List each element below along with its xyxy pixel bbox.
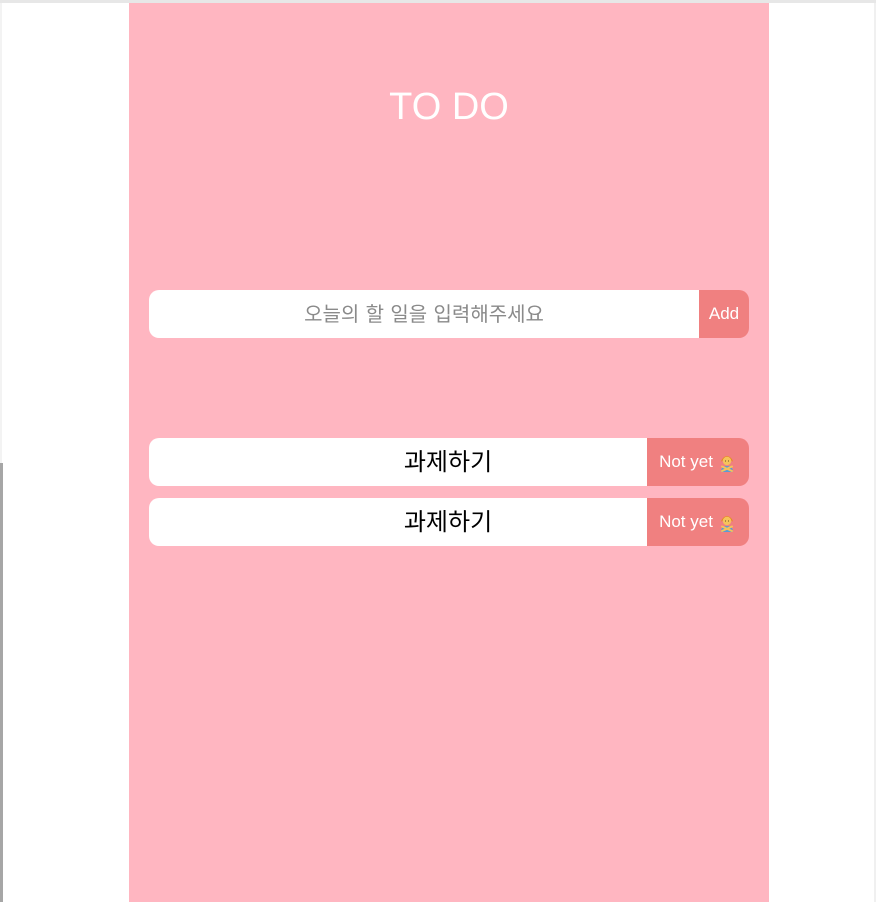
todo-item: 과제하기 Not yet — [149, 498, 749, 546]
status-label: Not yet — [659, 512, 713, 531]
left-scrollbar[interactable] — [0, 463, 3, 902]
left-border — [0, 3, 2, 463]
todo-input[interactable] — [149, 290, 699, 338]
person-gesturing-no-icon — [720, 516, 733, 532]
todo-list: 과제하기 Not yet 과제하기 Not yet — [149, 438, 749, 558]
todo-item: 과제하기 Not yet — [149, 438, 749, 486]
todo-text: 과제하기 — [149, 498, 647, 546]
todo-app: TO DO Add 과제하기 Not yet — [129, 3, 769, 902]
add-button[interactable]: Add — [699, 290, 749, 338]
todo-form: Add — [149, 290, 749, 338]
person-gesturing-no-icon — [720, 456, 733, 472]
not-yet-button[interactable]: Not yet — [647, 498, 749, 546]
page-title: TO DO — [389, 86, 509, 128]
browser-viewport: TO DO Add 과제하기 Not yet — [0, 0, 876, 902]
status-label: Not yet — [659, 452, 713, 471]
not-yet-button[interactable]: Not yet — [647, 438, 749, 486]
todo-text: 과제하기 — [149, 438, 647, 486]
